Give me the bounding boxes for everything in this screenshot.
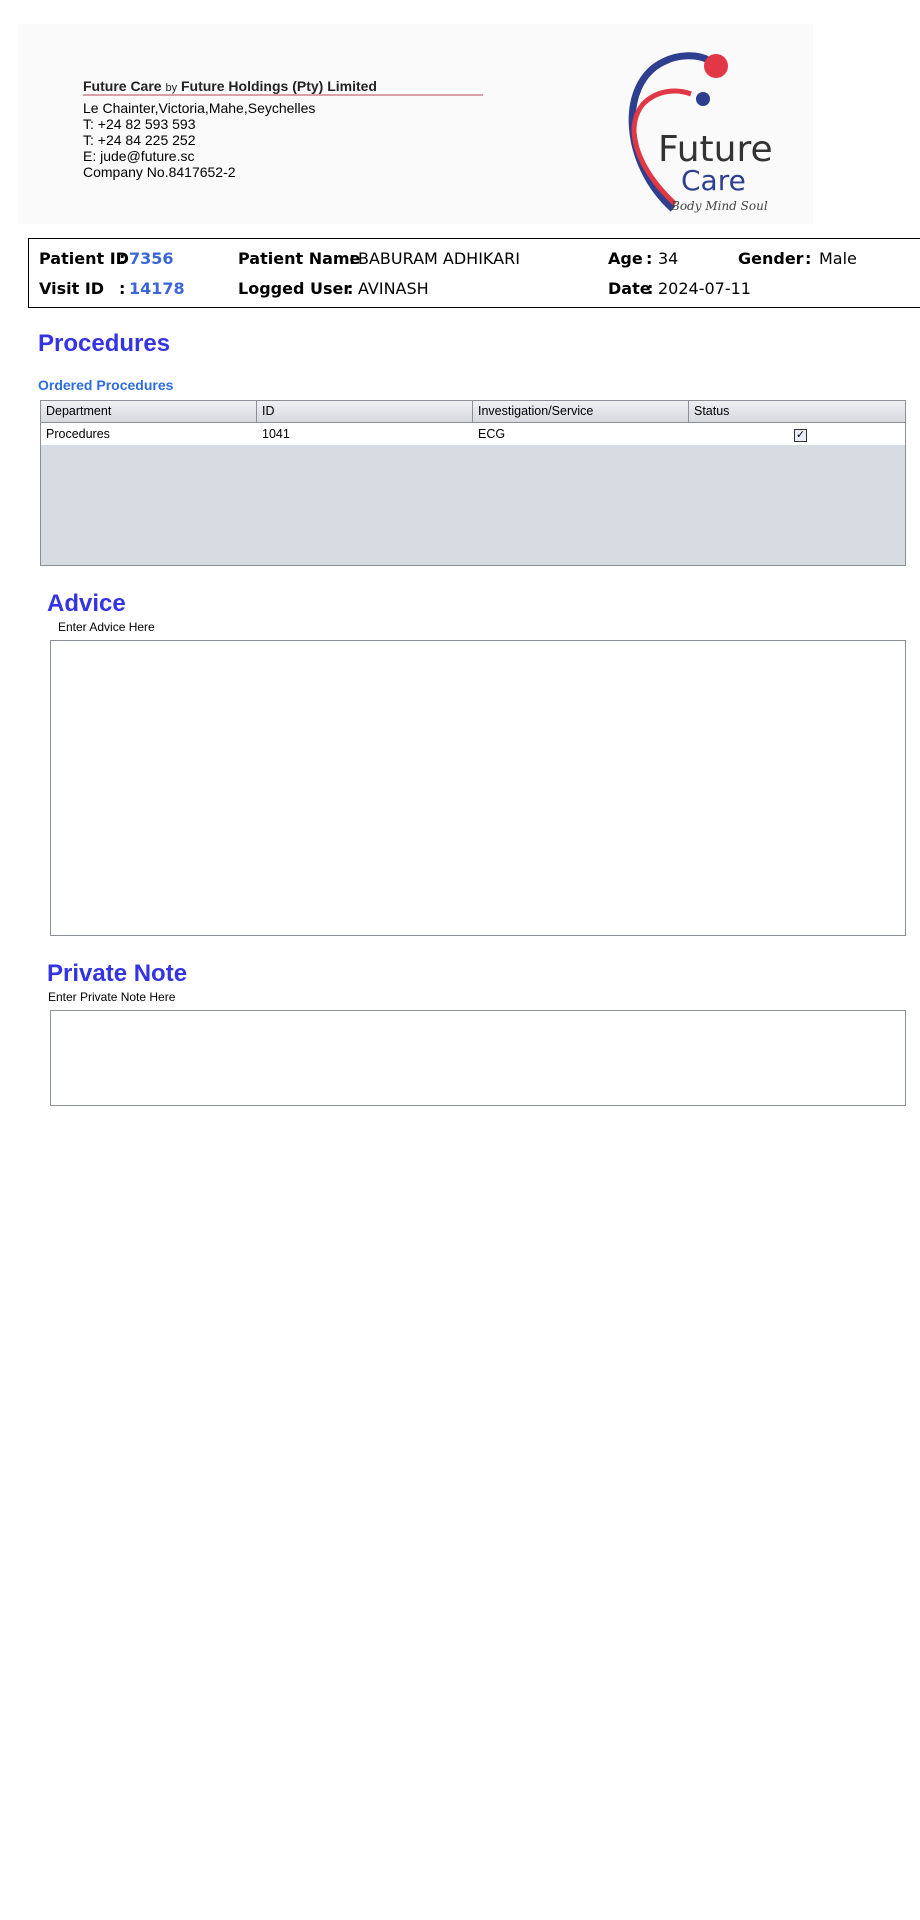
- patient-name-label: Patient Name: [238, 249, 361, 268]
- column-header-id[interactable]: ID: [257, 401, 473, 422]
- phone-line-2: T: +24 84 225 252: [83, 132, 196, 148]
- age-label: Age: [608, 249, 643, 268]
- advice-textarea[interactable]: [50, 640, 906, 936]
- gender-label: Gender: [738, 249, 804, 268]
- cell-service: ECG: [478, 427, 506, 441]
- company-by: by: [165, 82, 178, 94]
- logo-tagline: Body Mind Soul: [671, 199, 768, 213]
- cell-status: ✓: [689, 423, 905, 445]
- private-note-title: Private Note: [47, 960, 188, 987]
- age-colon: :: [646, 249, 653, 268]
- company-rule: [83, 94, 483, 96]
- procedures-title: Procedures: [38, 330, 171, 357]
- company-number-line: Company No.8417652-2: [83, 164, 236, 180]
- column-header-service[interactable]: Investigation/Service: [473, 401, 689, 422]
- patient-info-box: Patient ID : 7356 Visit ID : 14178 Patie…: [28, 238, 920, 308]
- patient-name-value: BABURAM ADHIKARI: [358, 249, 520, 268]
- patient-name-colon: :: [349, 249, 356, 268]
- ordered-procedures-title: Ordered Procedures: [38, 377, 174, 393]
- gender-value: Male: [819, 249, 857, 268]
- address-line: Le Chainter,Victoria,Mahe,Seychelles: [83, 100, 316, 116]
- date-value: 2024-07-11: [658, 279, 751, 298]
- private-note-textarea[interactable]: [50, 1010, 906, 1106]
- column-header-status[interactable]: Status: [689, 401, 905, 422]
- letterhead: Future Care by Future Holdings (Pty) Lim…: [18, 24, 813, 224]
- patient-id-label: Patient ID: [39, 249, 129, 268]
- visit-id-label: Visit ID: [39, 279, 105, 298]
- patient-id-colon: :: [119, 249, 126, 268]
- advice-title: Advice: [47, 590, 126, 617]
- email-line: E: jude@future.sc: [83, 148, 195, 164]
- patient-id-value: 7356: [129, 249, 174, 268]
- table-header-row: Department ID Investigation/Service Stat…: [41, 401, 905, 423]
- date-colon: :: [647, 279, 654, 298]
- company-holding: Future Holdings (Pty) Limited: [180, 78, 377, 94]
- logo-word-care: Care: [681, 164, 746, 197]
- advice-helper-text: Enter Advice Here: [58, 620, 155, 634]
- phone-line-1: T: +24 82 593 593: [83, 116, 196, 132]
- visit-id-colon: :: [119, 279, 126, 298]
- visit-id-value: 14178: [129, 279, 185, 298]
- logged-user-value: AVINASH: [358, 279, 429, 298]
- cell-department: Procedures: [46, 427, 110, 441]
- date-label: Date: [608, 279, 651, 298]
- procedures-table: Department ID Investigation/Service Stat…: [40, 400, 906, 566]
- column-header-department[interactable]: Department: [41, 401, 257, 422]
- company-line: Future Care by Future Holdings (Pty) Lim…: [83, 78, 377, 94]
- company-name: Future Care: [83, 78, 162, 94]
- table-row[interactable]: Procedures 1041 ECG ✓: [41, 423, 905, 445]
- age-value: 34: [658, 249, 679, 268]
- logged-user-colon: :: [347, 279, 354, 298]
- gender-colon: :: [805, 249, 812, 268]
- future-care-logo: Future Care Body Mind Soul: [603, 44, 783, 219]
- status-checkbox[interactable]: ✓: [794, 429, 807, 442]
- private-note-helper-text: Enter Private Note Here: [48, 990, 176, 1004]
- cell-id: 1041: [262, 427, 290, 441]
- logged-user-label: Logged User: [238, 279, 352, 298]
